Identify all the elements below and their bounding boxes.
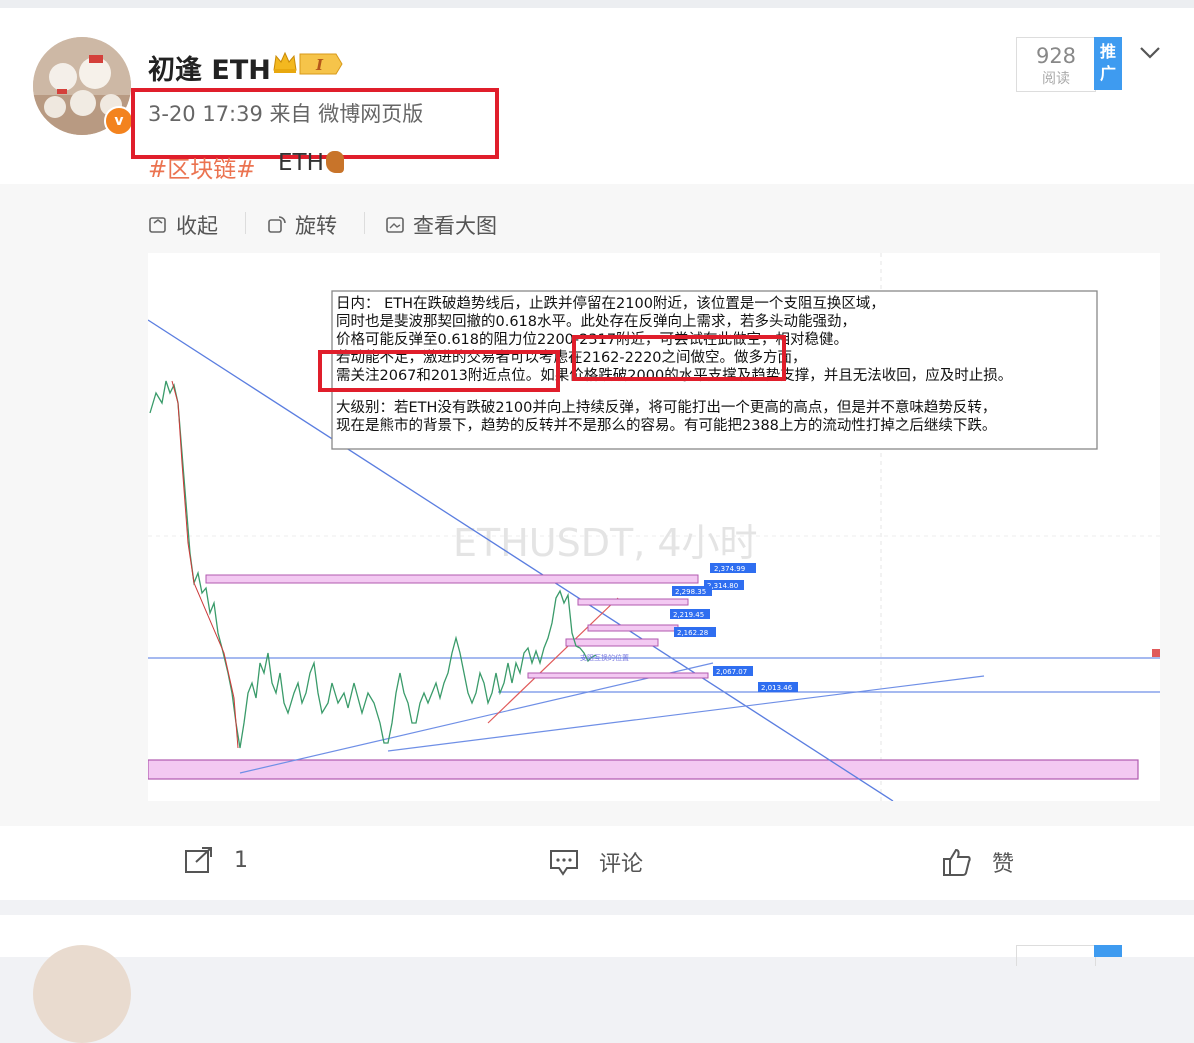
highlight-box-short-zone: [572, 335, 786, 381]
zone-label: 支阻互换的位置: [580, 653, 629, 662]
price-marker: [1152, 649, 1160, 657]
zone-2298: [577, 598, 689, 606]
price-tag-text: 2,374.99: [714, 565, 745, 573]
like-button[interactable]: 赞: [942, 846, 1014, 878]
share-button[interactable]: 1: [184, 846, 248, 874]
price-tag-text: 2,067.07: [716, 668, 747, 676]
verified-badge-icon: v: [104, 106, 134, 136]
uptrend-line-1: [239, 662, 714, 774]
topic-suffix: ETH: [278, 150, 344, 176]
rotate-label: 旋转: [295, 214, 337, 238]
topic-suffix-text: ETH: [278, 150, 324, 176]
image-icon: [386, 217, 404, 233]
level-label: I: [315, 56, 324, 74]
toolbar-divider: [245, 212, 246, 234]
support-zone-bottom: [147, 759, 1139, 780]
zone-2219: [587, 624, 679, 632]
highlight-box-meta: [131, 88, 499, 159]
price-tag-text: 2,013.46: [761, 684, 793, 692]
chicken-leg-icon: [325, 151, 344, 173]
collapse-icon: [149, 217, 166, 233]
read-counter: 928 阅读: [1016, 37, 1096, 92]
price-candles-red: [171, 380, 239, 749]
annotation-line: 同时也是斐波那契回撤的0.618水平。此处存在反弹向上需求，若多头动能强劲，: [336, 314, 857, 330]
view-large-label: 查看大图: [413, 214, 497, 238]
price-tag-text: 2,298.35: [675, 588, 706, 596]
toolbar-divider: [364, 212, 365, 234]
next-post-card: [0, 915, 1194, 1043]
collapse-button[interactable]: 收起: [148, 210, 218, 240]
share-count: 1: [234, 847, 248, 873]
price-tag-text: 2,162.28: [677, 629, 708, 637]
read-count: 928: [1035, 44, 1077, 68]
chart-watermark: ETHUSDT, 4小时: [453, 521, 758, 565]
like-label: 赞: [992, 852, 1015, 877]
read-counter: [1016, 945, 1096, 966]
share-icon: [185, 847, 212, 873]
chevron-down-icon[interactable]: [1139, 42, 1161, 64]
rotate-icon: [268, 216, 286, 233]
level-badge[interactable]: I: [298, 52, 344, 76]
annotation-line: 现在是熊市的背景下，趋势的反转并不是那么的容易。有可能把2388上方的流动性打掉…: [336, 418, 997, 434]
avatar[interactable]: [33, 945, 131, 1043]
zone-2067: [527, 672, 709, 679]
comment-button[interactable]: 评论: [549, 846, 643, 878]
annotation-line: 日内： ETH在跌破趋势线后，止跌并停留在2100附近，该位置是一个支阻互换区域…: [336, 296, 885, 312]
username[interactable]: 初逢 ETH: [148, 48, 271, 87]
zone-2374: [205, 574, 699, 584]
comment-icon: [550, 850, 578, 876]
read-label: 阅读: [1042, 71, 1070, 87]
topic-tag[interactable]: #区块链#: [148, 150, 256, 184]
zone-2162: [565, 638, 659, 647]
comment-label: 评论: [599, 852, 644, 877]
collapse-label: 收起: [176, 214, 218, 238]
promote-button[interactable]: [1094, 945, 1122, 957]
top-divider: [0, 0, 1194, 8]
rotate-button[interactable]: 旋转: [267, 210, 337, 240]
price-tag-text: 2,219.45: [673, 611, 704, 619]
highlight-box-levels: [318, 350, 560, 392]
thumbs-up-icon: [943, 848, 971, 876]
crown-icon: [273, 51, 297, 73]
promote-button[interactable]: 推广: [1094, 37, 1122, 90]
view-large-button[interactable]: 查看大图: [385, 210, 497, 240]
promote-label: 推广: [1099, 42, 1116, 83]
annotation-line: 大级别：若ETH没有跌破2100并向上持续反弹，将可能打出一个更高的高点，但是并…: [336, 400, 997, 416]
